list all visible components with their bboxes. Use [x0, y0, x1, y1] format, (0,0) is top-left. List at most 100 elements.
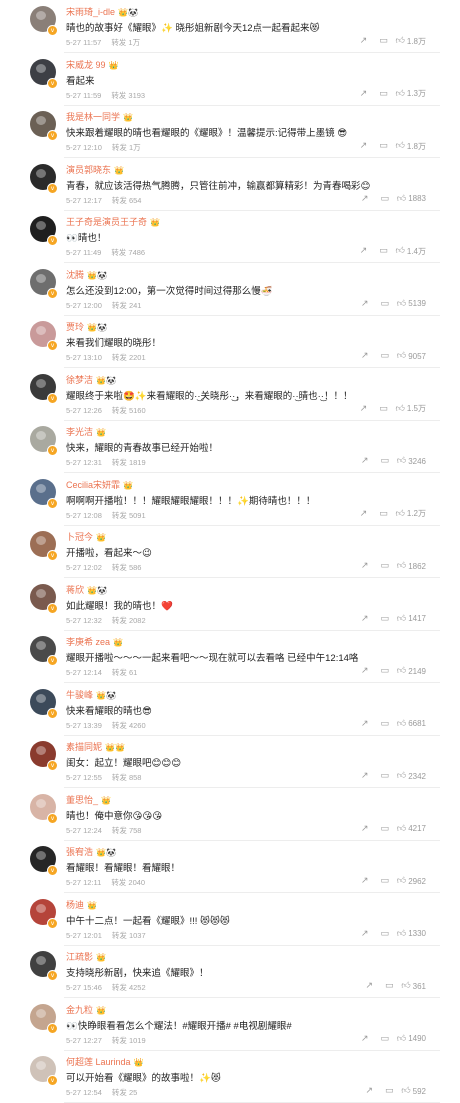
- like-button[interactable]: 👍︎ 4217: [397, 824, 426, 834]
- comment-icon[interactable]: ▭: [373, 88, 393, 100]
- like-button[interactable]: 👍︎ 2342: [397, 771, 426, 781]
- like-button[interactable]: 👍︎ 1.8万: [395, 141, 426, 152]
- comment-icon[interactable]: ▭: [375, 455, 395, 467]
- user-name[interactable]: 贾玲: [66, 322, 84, 332]
- user-name[interactable]: 宋威龙 99: [66, 60, 106, 70]
- like-button[interactable]: 👍︎ 1417: [397, 614, 426, 624]
- share-icon[interactable]: ↗: [355, 718, 375, 730]
- like-button[interactable]: 👍︎ 1.3万: [395, 88, 426, 99]
- comment-actions: ↗ ▭ 👍︎ 1883: [355, 193, 426, 205]
- share-icon[interactable]: ↗: [355, 560, 375, 572]
- verified-badge-icon: v: [47, 1075, 58, 1086]
- like-count: 5139: [408, 299, 426, 308]
- share-icon[interactable]: ↗: [359, 1085, 379, 1097]
- user-name[interactable]: 卜冠今: [66, 532, 93, 542]
- like-button[interactable]: 👍︎ 361: [401, 981, 426, 991]
- like-button[interactable]: 👍︎ 5139: [397, 299, 426, 309]
- comment-icon[interactable]: ▭: [375, 770, 395, 782]
- share-icon[interactable]: ↗: [353, 88, 373, 100]
- like-button[interactable]: 👍︎ 1330: [397, 929, 426, 939]
- share-icon[interactable]: ↗: [355, 665, 375, 677]
- like-count: 1.5万: [406, 404, 426, 413]
- comment-icon[interactable]: ▭: [375, 718, 395, 730]
- share-icon[interactable]: ↗: [353, 35, 373, 47]
- user-name[interactable]: 杨迪: [66, 900, 84, 910]
- verified-badge-icon: v: [47, 707, 58, 719]
- comment-item: v 宋雨琦_i-dle 👑🐼 晴也的故事好《耀眼》✨ 晓彤姐新剧今天12点一起看起…: [0, 0, 460, 53]
- like-button[interactable]: 👍︎ 1.5万: [395, 403, 426, 414]
- comment-icon[interactable]: ▭: [375, 560, 395, 572]
- share-icon[interactable]: ↗: [355, 298, 375, 310]
- user-name[interactable]: 我是林一同学: [66, 112, 120, 122]
- comment-icon[interactable]: ▭: [373, 508, 393, 520]
- user-name[interactable]: Cecilia宋妍霏: [66, 480, 120, 490]
- like-button[interactable]: 👍︎ 1490: [397, 1034, 426, 1044]
- user-name[interactable]: 董思怡_: [66, 795, 98, 805]
- like-button[interactable]: 👍︎ 3246: [397, 456, 426, 466]
- comment-icon[interactable]: ▭: [375, 193, 395, 205]
- like-button[interactable]: 👍︎ 1883: [397, 194, 426, 204]
- comment-icon[interactable]: ▭: [379, 980, 399, 992]
- like-button[interactable]: 👍︎ 1.2万: [395, 508, 426, 519]
- comment-icon[interactable]: ▭: [375, 928, 395, 940]
- repost-count: 转发 1037: [111, 930, 146, 940]
- comment-icon[interactable]: ▭: [373, 245, 393, 257]
- share-icon[interactable]: ↗: [353, 140, 373, 152]
- user-name[interactable]: 何超莲 Laurinda: [66, 1057, 131, 1067]
- share-icon[interactable]: ↗: [355, 613, 375, 625]
- user-name[interactable]: 宋雨琦_i-dle: [66, 7, 115, 17]
- user-name[interactable]: 沈腾: [66, 270, 84, 280]
- user-name[interactable]: 演员郭晓东: [66, 165, 111, 175]
- user-name[interactable]: 李庚希 zea: [66, 637, 110, 647]
- share-icon[interactable]: ↗: [355, 1033, 375, 1045]
- user-name[interactable]: 金九粒: [66, 1005, 93, 1015]
- user-name[interactable]: 江疏影: [66, 952, 93, 962]
- share-icon[interactable]: ↗: [355, 928, 375, 940]
- comment-icon[interactable]: ▭: [373, 403, 393, 415]
- like-button[interactable]: 👍︎ 9057: [397, 351, 426, 361]
- user-badges: 👑: [108, 60, 119, 70]
- comment-icon[interactable]: ▭: [375, 875, 395, 887]
- like-button[interactable]: 👍︎ 1.4万: [395, 246, 426, 257]
- share-icon[interactable]: ↗: [353, 403, 373, 415]
- like-button[interactable]: 👍︎ 6681: [397, 719, 426, 729]
- like-button[interactable]: 👍︎ 1862: [397, 561, 426, 571]
- user-name[interactable]: 張宥浩: [66, 847, 93, 857]
- user-name[interactable]: 素描同妮: [66, 742, 102, 752]
- user-name[interactable]: 蒋欣: [66, 585, 84, 595]
- comment-icon[interactable]: ▭: [373, 140, 393, 152]
- comment-icon[interactable]: ▭: [375, 613, 395, 625]
- share-icon[interactable]: ↗: [355, 193, 375, 205]
- share-icon[interactable]: ↗: [355, 455, 375, 467]
- comment-icon[interactable]: ▭: [375, 665, 395, 677]
- repost-count: 转发 1019: [111, 1035, 146, 1045]
- like-button[interactable]: 👍︎ 592: [401, 1086, 426, 1096]
- share-icon[interactable]: ↗: [355, 875, 375, 887]
- like-count: 1.4万: [406, 246, 426, 256]
- share-icon[interactable]: ↗: [353, 245, 373, 257]
- share-icon[interactable]: ↗: [359, 980, 379, 992]
- share-icon[interactable]: ↗: [355, 823, 375, 835]
- comment-item: v 杨迪 👑 中午十二点！一起看《耀眼》!!! 😻😻😻 5-27 12:01 转发 …: [0, 893, 460, 946]
- user-name[interactable]: 牛骏峰: [66, 690, 93, 700]
- like-button[interactable]: 👍︎ 2149: [397, 666, 426, 676]
- comment-icon[interactable]: ▭: [375, 1033, 395, 1045]
- like-count: 2962: [408, 876, 426, 886]
- comment-icon[interactable]: ▭: [373, 35, 393, 47]
- comment-icon[interactable]: ▭: [379, 1085, 399, 1097]
- comment-time: 5-27 12:26: [66, 405, 102, 415]
- like-count: 1417: [408, 614, 426, 623]
- comment-time: 5-27 12:14: [66, 668, 102, 677]
- like-button[interactable]: 👍︎ 2962: [397, 876, 426, 886]
- user-name[interactable]: 徐梦洁: [66, 375, 93, 385]
- user-name[interactable]: 李光洁: [66, 427, 93, 437]
- comment-icon[interactable]: ▭: [375, 823, 395, 835]
- comment-icon[interactable]: ▭: [375, 350, 395, 362]
- like-button[interactable]: 👍︎ 1.8万: [395, 36, 426, 47]
- share-icon[interactable]: ↗: [353, 508, 373, 520]
- share-icon[interactable]: ↗: [355, 350, 375, 362]
- comment-meta: 5-27 12:17 转发 654: [66, 195, 141, 206]
- share-icon[interactable]: ↗: [355, 770, 375, 782]
- user-name[interactable]: 王子奇是演员王子奇: [66, 217, 147, 227]
- comment-icon[interactable]: ▭: [375, 298, 395, 310]
